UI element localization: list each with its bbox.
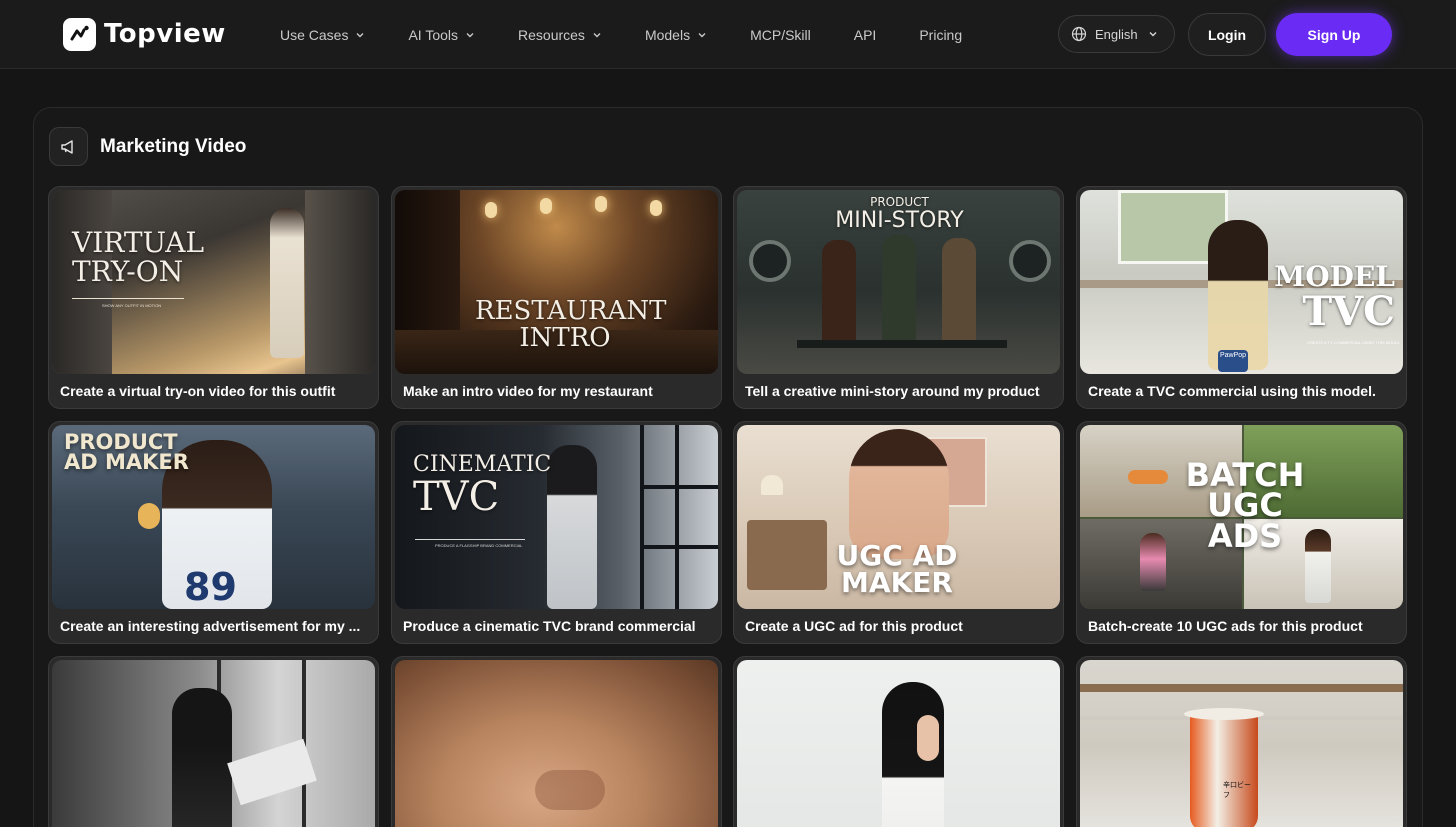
card-thumbnail: RESTAURANT INTRO bbox=[395, 190, 718, 374]
card-overlay-title: CINEMATIC TVC bbox=[413, 452, 552, 521]
nav-label: Resources bbox=[518, 26, 585, 43]
card-product-ad-maker[interactable]: 89 PRODUCT AD MAKER Create an interesting… bbox=[48, 421, 379, 644]
card-overlay-title: VIRTUAL TRY-ON bbox=[72, 226, 205, 289]
card-caption: Produce a cinematic TVC brand commercial bbox=[403, 618, 696, 634]
card-overlay-title: BATCH UGC ADS bbox=[1185, 456, 1305, 555]
chevron-down-icon bbox=[466, 32, 474, 37]
nav-api[interactable]: API bbox=[854, 27, 877, 43]
card-product-mini-story[interactable]: PRODUCT MINI-STORY Tell a creative mini-… bbox=[733, 186, 1064, 409]
nav-label: Models bbox=[644, 26, 691, 43]
sign-up-button[interactable]: Sign Up bbox=[1276, 13, 1392, 56]
nav-pricing[interactable]: Pricing bbox=[919, 27, 962, 43]
card-skincare-portrait[interactable] bbox=[733, 656, 1064, 827]
product-label: 辛口ビーフ bbox=[1223, 782, 1251, 799]
chevron-down-icon bbox=[593, 32, 601, 37]
card-thumbnail: BATCH UGC ADS bbox=[1080, 425, 1403, 609]
nav-models[interactable]: Models bbox=[645, 27, 707, 43]
product-label: PawPop bbox=[1218, 350, 1248, 372]
card-virtual-try-on[interactable]: VIRTUAL TRY-ON SHOW ANY OUTFIT IN MOTION … bbox=[48, 186, 379, 409]
brand-name: Topview bbox=[104, 19, 226, 49]
card-caption: Tell a creative mini-story around my pro… bbox=[745, 383, 1040, 399]
chevron-down-icon bbox=[1149, 32, 1157, 37]
language-label: English bbox=[1095, 26, 1138, 42]
nav-label: MCP/Skill bbox=[750, 26, 811, 43]
card-caption: Create a virtual try-on video for this o… bbox=[60, 383, 336, 399]
nav-label: Pricing bbox=[919, 26, 963, 43]
card-thumbnail: PRODUCT MINI-STORY bbox=[737, 190, 1060, 374]
chevron-down-icon bbox=[698, 32, 706, 37]
megaphone-icon bbox=[49, 127, 88, 166]
card-overlay-subtitle: PRODUCE A FLAGSHIP BRAND COMMERCIAL bbox=[435, 543, 523, 548]
card-overlay-title: PRODUCT MINI-STORY bbox=[835, 195, 964, 233]
card-thumbnail bbox=[737, 660, 1060, 827]
nav-label: AI Tools bbox=[408, 26, 459, 43]
card-caption: Make an intro video for my restaurant bbox=[403, 383, 653, 399]
nav-label: Use Cases bbox=[280, 26, 349, 43]
card-caption: Create a TVC commercial using this model… bbox=[1088, 383, 1376, 399]
card-cinematic-tvc[interactable]: CINEMATIC TVC PRODUCE A FLAGSHIP BRAND C… bbox=[391, 421, 722, 644]
card-overlay-title: RESTAURANT INTRO bbox=[475, 296, 667, 354]
jersey-number: 89 bbox=[184, 565, 237, 609]
card-overlay-title: PRODUCT AD MAKER bbox=[64, 430, 189, 474]
card-thumbnail bbox=[395, 660, 718, 827]
card-caption: Create a UGC ad for this product bbox=[745, 618, 963, 634]
nav-mcp-skill[interactable]: MCP/Skill bbox=[750, 27, 811, 43]
card-overlay-subtitle: CREATE A TV COMMERCIAL USING THIS MODEL bbox=[1307, 340, 1400, 345]
card-model-tvc[interactable]: PawPop MODEL TVC CREATE A TV COMMERCIAL … bbox=[1076, 186, 1407, 409]
card-thumbnail: VIRTUAL TRY-ON SHOW ANY OUTFIT IN MOTION bbox=[52, 190, 375, 374]
logo-icon bbox=[63, 17, 96, 51]
card-ugc-ad-maker[interactable]: UGC AD MAKER Create a UGC ad for this pro… bbox=[733, 421, 1064, 644]
card-thumbnail: 89 PRODUCT AD MAKER bbox=[52, 425, 375, 609]
chevron-down-icon bbox=[356, 32, 364, 37]
nav-label: API bbox=[853, 26, 877, 43]
section-title: Marketing Video bbox=[100, 136, 247, 157]
card-overlay-title: MODEL TVC bbox=[1274, 260, 1395, 336]
top-header: Topview Use Cases AI Tools Resources Mod… bbox=[0, 0, 1456, 69]
globe-icon bbox=[1071, 26, 1087, 42]
nav-resources[interactable]: Resources bbox=[518, 27, 602, 43]
card-overlay-subtitle: SHOW ANY OUTFIT IN MOTION bbox=[102, 303, 162, 308]
card-batch-ugc-ads[interactable]: BATCH UGC ADS Batch-create 10 UGC ads for … bbox=[1076, 421, 1407, 644]
card-cup-noodle[interactable]: 辛口ビーフ bbox=[1076, 656, 1407, 827]
card-thumbnail: CINEMATIC TVC PRODUCE A FLAGSHIP BRAND C… bbox=[395, 425, 718, 609]
nav-use-cases[interactable]: Use Cases bbox=[280, 27, 365, 43]
brand-logo[interactable]: Topview bbox=[63, 17, 226, 51]
card-thumbnail bbox=[52, 660, 375, 827]
card-office-portrait[interactable] bbox=[48, 656, 379, 827]
card-skin-closeup[interactable] bbox=[391, 656, 722, 827]
main-nav: Use Cases AI Tools Resources Models MCP/… bbox=[280, 0, 1005, 69]
login-button[interactable]: Login bbox=[1188, 13, 1266, 56]
nav-ai-tools[interactable]: AI Tools bbox=[408, 27, 475, 43]
card-thumbnail: PawPop MODEL TVC CREATE A TV COMMERCIAL … bbox=[1080, 190, 1403, 374]
card-thumbnail: 辛口ビーフ bbox=[1080, 660, 1403, 827]
card-restaurant-intro[interactable]: RESTAURANT INTRO Make an intro video for … bbox=[391, 186, 722, 409]
card-thumbnail: UGC AD MAKER bbox=[737, 425, 1060, 609]
card-caption: Create an interesting advertisement for … bbox=[60, 618, 361, 634]
card-caption: Batch-create 10 UGC ads for this product bbox=[1088, 618, 1363, 634]
language-selector[interactable]: English bbox=[1058, 15, 1175, 53]
card-overlay-title: UGC AD MAKER bbox=[836, 539, 958, 599]
